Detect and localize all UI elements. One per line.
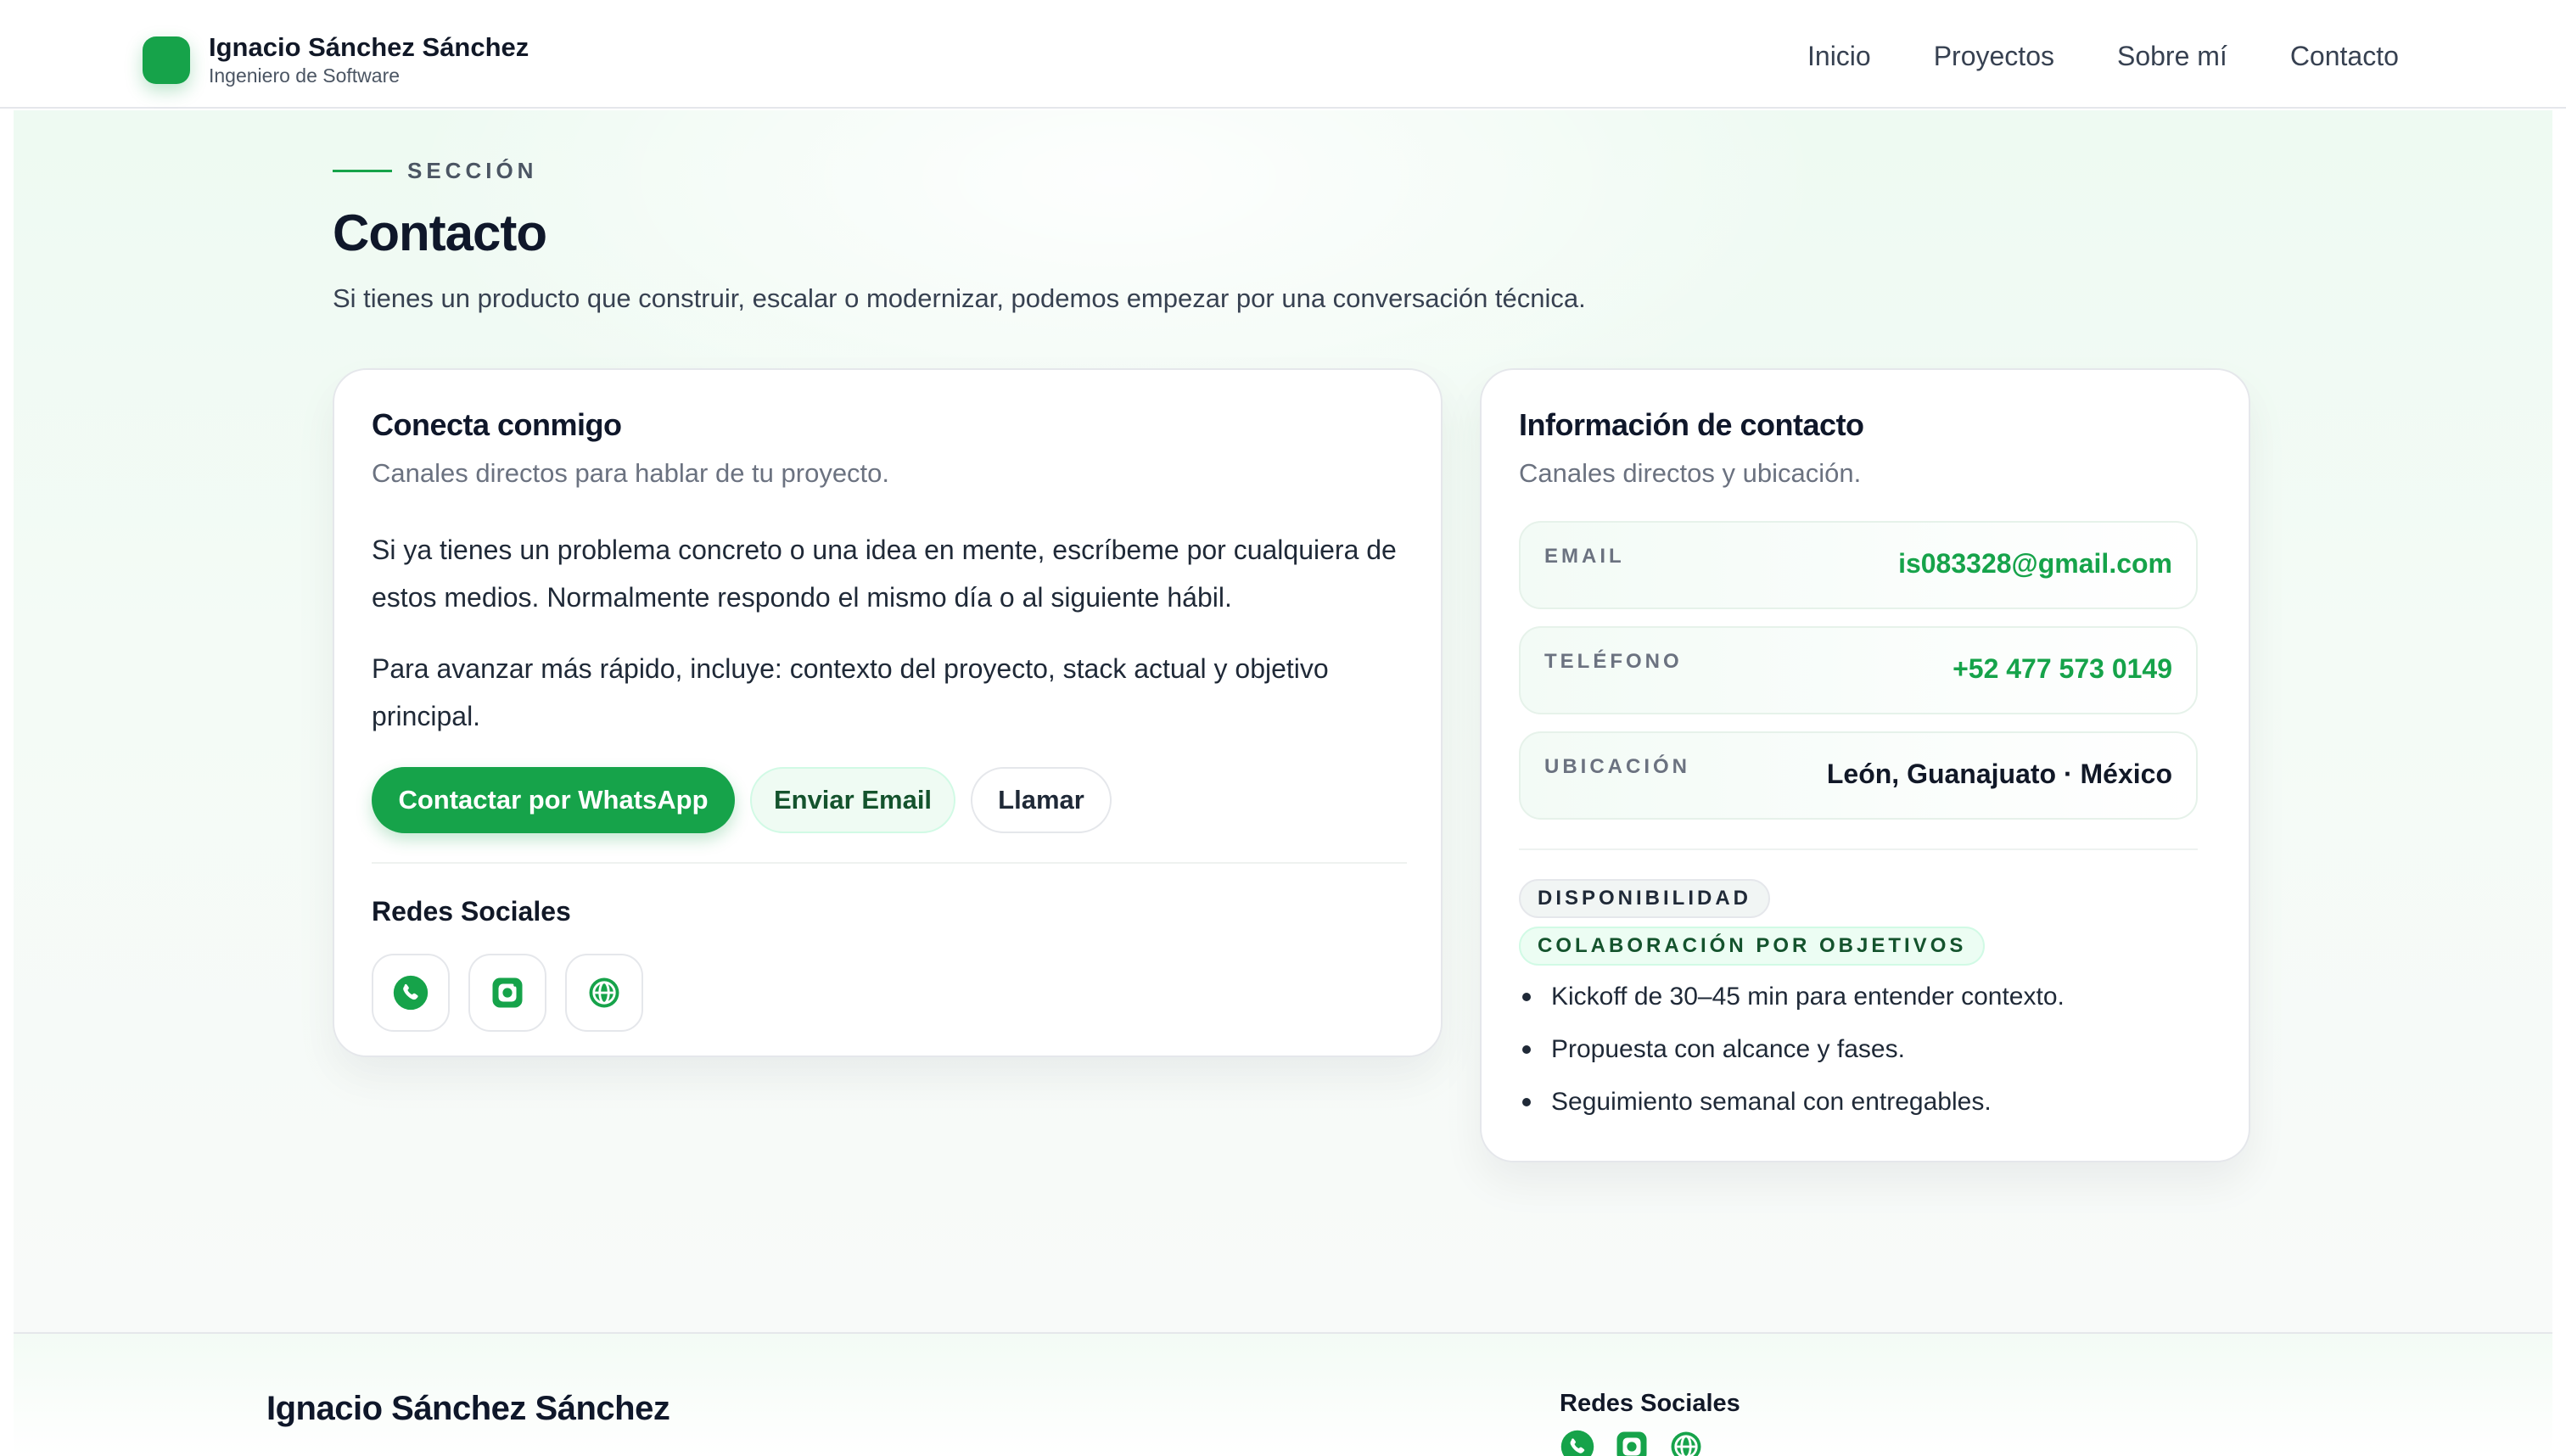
brand[interactable]: Ignacio Sánchez Sánchez Ingeniero de Sof… — [143, 32, 529, 88]
eyebrow-text: SECCIÓN — [407, 158, 538, 183]
connect-paragraph-1: Si ya tienes un problema concreto o una … — [372, 535, 1397, 613]
info-label: UBICACIÓN — [1544, 755, 1690, 778]
footer-name: Ignacio Sánchez Sánchez — [266, 1390, 670, 1427]
list-item: Propuesta con alcance y fases. — [1519, 1023, 2198, 1076]
email-button[interactable]: Enviar Email — [750, 767, 955, 833]
connect-card: Conecta conmigo Canales directos para ha… — [333, 368, 1443, 1057]
bullet-icon — [1522, 1098, 1531, 1106]
page: Ignacio Sánchez Sánchez Ingeniero de Sof… — [0, 0, 2566, 1456]
info-label: TELÉFONO — [1544, 650, 1683, 673]
divider — [372, 862, 1407, 864]
bullet-icon — [1522, 1045, 1531, 1054]
social-links — [372, 954, 662, 1032]
globe-icon — [589, 977, 619, 1008]
social-title: Redes Sociales — [372, 896, 571, 927]
globe-icon[interactable] — [1668, 1429, 1704, 1456]
divider — [1519, 848, 2198, 850]
collaboration-badge: COLABORACIÓN POR OBJETIVOS — [1519, 927, 1986, 966]
instagram-icon[interactable] — [1614, 1429, 1650, 1456]
whatsapp-button[interactable]: Contactar por WhatsApp — [372, 767, 735, 833]
page-title: Contacto — [333, 204, 547, 261]
call-button[interactable]: Llamar — [971, 767, 1112, 833]
info-row-location: UBICACIÓN León, Guanajuato · México — [1519, 731, 2198, 820]
nav-item-inicio[interactable]: Inicio — [1807, 41, 1871, 72]
contact-section: SECCIÓN Contacto Si tienes un producto q… — [14, 110, 2552, 1332]
section-eyebrow: SECCIÓN — [333, 158, 537, 184]
info-card-title: Información de contacto — [1519, 407, 1864, 442]
connect-paragraph-2: Para avanzar más rápido, incluye: contex… — [372, 653, 1329, 731]
nav-item-sobre-mi[interactable]: Sobre mí — [2117, 41, 2227, 72]
connect-card-subtitle: Canales directos para hablar de tu proye… — [372, 458, 890, 488]
phone-link[interactable]: +52 477 573 0149 — [1953, 653, 2172, 685]
email-link[interactable]: is083328@gmail.com — [1898, 548, 2172, 580]
list-item: Kickoff de 30–45 min para entender conte… — [1519, 971, 2198, 1023]
whatsapp-social-button[interactable] — [372, 954, 450, 1032]
location-value: León, Guanajuato · México — [1826, 759, 2172, 789]
info-card-subtitle: Canales directos y ubicación. — [1519, 458, 1862, 488]
footer: Ignacio Sánchez Sánchez Redes Sociales — [14, 1332, 2552, 1456]
connect-card-title: Conecta conmigo — [372, 407, 622, 442]
page-subtitle: Si tienes un producto que construir, esc… — [333, 283, 1586, 313]
instagram-icon — [492, 977, 523, 1008]
logo-icon — [143, 36, 190, 84]
availability-badge: DISPONIBILIDAD — [1519, 879, 1771, 918]
brand-text: Ignacio Sánchez Sánchez Ingeniero de Sof… — [209, 32, 529, 88]
brand-role: Ingeniero de Software — [209, 64, 401, 87]
top-header: Ignacio Sánchez Sánchez Ingeniero de Sof… — [0, 0, 2566, 109]
footer-social-links — [1560, 1429, 1723, 1456]
contact-buttons: Contactar por WhatsApp Enviar Email Llam… — [372, 767, 1127, 833]
whatsapp-icon[interactable] — [1560, 1429, 1595, 1456]
process-list: Kickoff de 30–45 min para entender conte… — [1519, 971, 2198, 1128]
list-item-text: Kickoff de 30–45 min para entender conte… — [1551, 983, 2065, 1011]
list-item-text: Seguimiento semanal con entregables. — [1551, 1088, 1992, 1116]
whatsapp-icon — [393, 975, 429, 1011]
brand-name: Ignacio Sánchez Sánchez — [209, 32, 529, 62]
list-item: Seguimiento semanal con entregables. — [1519, 1076, 2198, 1128]
web-social-button[interactable] — [565, 954, 643, 1032]
footer-social-title: Redes Sociales — [1560, 1390, 1740, 1417]
info-row-phone: TELÉFONO +52 477 573 0149 — [1519, 626, 2198, 714]
list-item-text: Propuesta con alcance y fases. — [1551, 1035, 1905, 1063]
info-card: Información de contacto Canales directos… — [1480, 368, 2250, 1162]
bullet-icon — [1522, 993, 1531, 1001]
nav-item-proyectos[interactable]: Proyectos — [1934, 41, 2054, 72]
eyebrow-line — [333, 170, 392, 172]
info-row-email: EMAIL is083328@gmail.com — [1519, 521, 2198, 609]
main-nav: Inicio Proyectos Sobre mí Contacto — [1807, 41, 2399, 72]
instagram-social-button[interactable] — [468, 954, 546, 1032]
nav-item-contacto[interactable]: Contacto — [2290, 41, 2399, 72]
info-label: EMAIL — [1544, 545, 1625, 568]
